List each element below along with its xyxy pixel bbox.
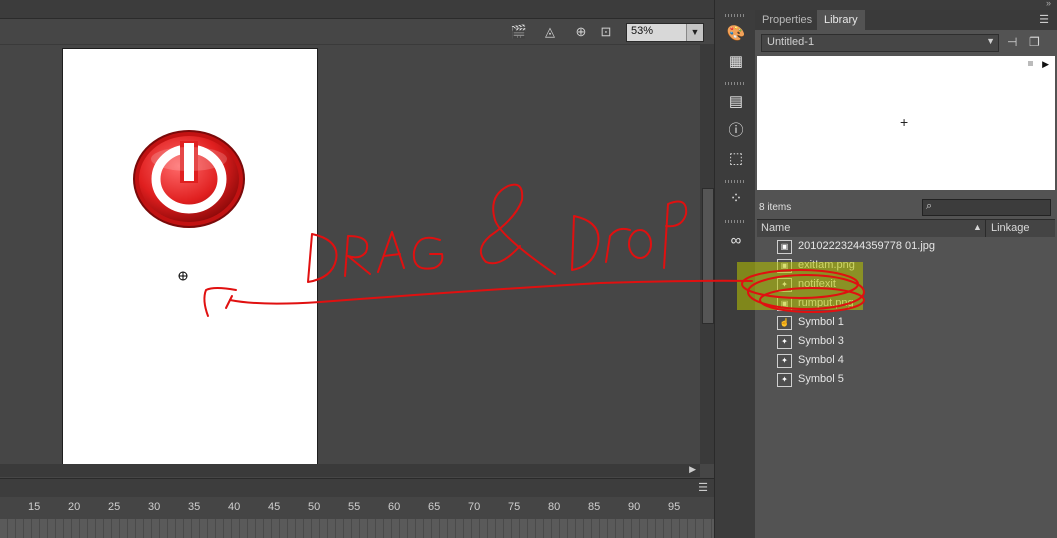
new-library-panel-icon[interactable]: ❐ bbox=[1029, 35, 1040, 49]
list-item-label: exitIam.png bbox=[798, 259, 855, 271]
document-select[interactable]: Untitled-1 ▼ bbox=[761, 34, 999, 52]
list-item-label: 20102223244359778 01.jpg bbox=[798, 240, 936, 252]
list-item-label: rumput.png bbox=[798, 297, 854, 309]
timeline-ruler: 15 20 25 30 35 40 45 50 55 60 65 70 75 80 85 90 95 bbox=[0, 497, 714, 519]
expand-icon[interactable]: » bbox=[1046, 0, 1051, 8]
scroll-right-icon[interactable]: ▶ bbox=[689, 464, 696, 475]
snap-icon[interactable]: ⊕ bbox=[572, 24, 590, 40]
list-item-label: notifexit bbox=[798, 278, 836, 290]
align-icon[interactable]: ▤ bbox=[725, 92, 747, 112]
library-column-header: Name ▲ Linkage bbox=[757, 219, 1055, 238]
ruler-label: 30 bbox=[148, 501, 161, 513]
play-icon[interactable]: ▶ bbox=[1042, 59, 1049, 70]
library-item-list: ▣ 20102223244359778 01.jpg ▣ exitIam.png… bbox=[757, 237, 1055, 538]
movieclip-icon: ✦ bbox=[777, 335, 792, 349]
grip-handle[interactable] bbox=[725, 82, 745, 85]
ruler-label: 15 bbox=[28, 501, 41, 513]
bitmap-icon: ▣ bbox=[777, 240, 792, 254]
edit-scene-icon[interactable]: 🎬 bbox=[510, 24, 528, 40]
color-palette-icon[interactable]: 🎨 bbox=[725, 24, 747, 44]
movieclip-icon: ✦ bbox=[777, 373, 792, 387]
edit-symbols-icon[interactable]: ◬ bbox=[541, 24, 559, 40]
ruler-label: 70 bbox=[468, 501, 481, 513]
registration-point-icon: + bbox=[900, 114, 909, 130]
info-icon[interactable]: ⓘ bbox=[725, 121, 747, 141]
creative-cloud-icon[interactable]: ∞ bbox=[725, 231, 747, 251]
transform-icon[interactable]: ⬚ bbox=[725, 149, 747, 169]
list-item-label: Symbol 3 bbox=[798, 335, 844, 347]
library-panel: » Properties Library ☰ Untitled-1 ▼ ⊣ ❐ … bbox=[755, 0, 1057, 538]
timeline-header: ☰ bbox=[0, 478, 714, 497]
list-item[interactable]: ▣ rumput.png bbox=[757, 294, 1055, 313]
ruler-label: 25 bbox=[108, 501, 121, 513]
movieclip-icon: ✦ bbox=[777, 278, 792, 292]
vertical-scroll-thumb[interactable] bbox=[702, 188, 714, 324]
grip-handle[interactable] bbox=[725, 14, 745, 17]
column-name[interactable]: Name bbox=[761, 222, 790, 234]
stage-area: 🎬 ◬ ⊕ ⊡ 53% ▼ ▶ ☰ 15 20 25 30 35 40 45 5… bbox=[0, 0, 714, 538]
bitmap-icon: ▣ bbox=[777, 259, 792, 273]
movieclip-icon: ✦ bbox=[777, 354, 792, 368]
library-preview: + ▶ bbox=[757, 56, 1055, 190]
grip-handle[interactable] bbox=[725, 220, 745, 223]
ruler-label: 65 bbox=[428, 501, 441, 513]
tab-properties[interactable]: Properties bbox=[755, 10, 819, 30]
list-item[interactable]: ▣ exitIam.png bbox=[757, 256, 1055, 275]
ruler-label: 80 bbox=[548, 501, 561, 513]
chevron-down-icon[interactable]: ▼ bbox=[986, 36, 995, 46]
column-linkage[interactable]: Linkage bbox=[991, 222, 1030, 234]
panel-tabbar: Properties Library ☰ bbox=[755, 10, 1057, 30]
search-icon: ⌕ bbox=[926, 200, 933, 212]
panel-top-bar: » bbox=[755, 0, 1057, 10]
zoom-select[interactable]: 53% ▼ bbox=[626, 23, 704, 42]
components-icon[interactable]: ⁘ bbox=[725, 189, 747, 209]
list-item[interactable]: ☝ Symbol 1 bbox=[757, 313, 1055, 332]
ruler-label: 20 bbox=[68, 501, 81, 513]
ruler-label: 45 bbox=[268, 501, 281, 513]
stop-icon[interactable] bbox=[1028, 61, 1033, 66]
panel-tool-strip: 🎨 ▦ ▤ ⓘ ⬚ ⁘ ∞ bbox=[714, 0, 756, 538]
document-select-value: Untitled-1 bbox=[767, 36, 815, 48]
list-item[interactable]: ▣ 20102223244359778 01.jpg bbox=[757, 237, 1055, 256]
ruler-label: 90 bbox=[628, 501, 641, 513]
column-divider[interactable] bbox=[985, 220, 986, 237]
zoom-value: 53% bbox=[631, 25, 654, 37]
stage-top-strip bbox=[0, 0, 714, 19]
bitmap-icon: ▣ bbox=[777, 297, 792, 311]
horizontal-scrollbar[interactable]: ▶ bbox=[0, 464, 700, 477]
list-item-label: Symbol 5 bbox=[798, 373, 844, 385]
stage-toolbar: 🎬 ◬ ⊕ ⊡ bbox=[0, 20, 714, 45]
pin-icon[interactable]: ⊣ bbox=[1007, 35, 1017, 49]
stage-canvas[interactable] bbox=[62, 48, 318, 466]
timeline-frames[interactable] bbox=[0, 519, 714, 538]
ruler-label: 50 bbox=[308, 501, 321, 513]
list-item[interactable]: ✦ Symbol 4 bbox=[757, 351, 1055, 370]
items-count: 8 items bbox=[759, 202, 792, 213]
panel-menu-icon[interactable]: ☰ bbox=[1039, 13, 1049, 26]
panel-menu-icon[interactable]: ☰ bbox=[698, 481, 708, 494]
ruler-label: 40 bbox=[228, 501, 241, 513]
swatches-icon[interactable]: ▦ bbox=[725, 52, 747, 72]
list-item[interactable]: ✦ Symbol 5 bbox=[757, 370, 1055, 389]
ruler-label: 60 bbox=[388, 501, 401, 513]
ruler-label: 55 bbox=[348, 501, 361, 513]
tab-library[interactable]: Library bbox=[817, 10, 865, 30]
chevron-down-icon[interactable]: ▼ bbox=[686, 24, 703, 41]
power-button-image[interactable] bbox=[63, 49, 317, 465]
sort-ascending-icon[interactable]: ▲ bbox=[973, 222, 982, 232]
library-search-input[interactable]: ⌕ bbox=[922, 199, 1051, 216]
button-icon: ☝ bbox=[777, 316, 792, 330]
ruler-label: 85 bbox=[588, 501, 601, 513]
list-item[interactable]: ✦ Symbol 3 bbox=[757, 332, 1055, 351]
list-item-label: Symbol 1 bbox=[798, 316, 844, 328]
ruler-label: 35 bbox=[188, 501, 201, 513]
list-item-label: Symbol 4 bbox=[798, 354, 844, 366]
clip-icon[interactable]: ⊡ bbox=[597, 24, 615, 40]
grip-handle[interactable] bbox=[725, 180, 745, 183]
ruler-label: 75 bbox=[508, 501, 521, 513]
ruler-label: 95 bbox=[668, 501, 681, 513]
list-item[interactable]: ✦ notifexit bbox=[757, 275, 1055, 294]
